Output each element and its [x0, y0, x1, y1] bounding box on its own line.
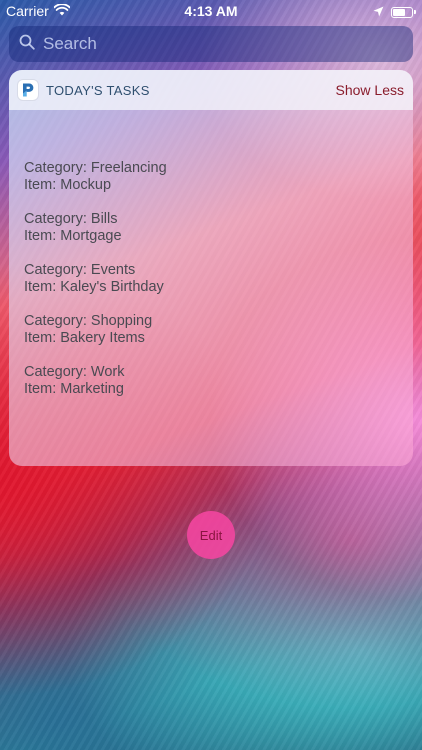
battery-icon [391, 6, 413, 18]
task-category: Category: Shopping [24, 313, 153, 329]
battery-level [393, 8, 405, 16]
task-category: Category: Bills [24, 211, 118, 227]
task-item-name: Item: Mockup [24, 177, 112, 193]
task-item[interactable]: Category: Events Item: Kaley's Birthday [24, 262, 413, 296]
todays-tasks-widget: TODAY'S TASKS Show Less Category: Freela… [9, 70, 413, 466]
search-bar[interactable] [9, 26, 413, 62]
task-item[interactable]: Category: Freelancing Item: Mockup [24, 160, 413, 194]
edit-button[interactable]: Edit [187, 511, 235, 559]
task-item[interactable]: Category: Work Item: Marketing [24, 364, 413, 398]
task-item[interactable]: Category: Bills Item: Mortgage [24, 211, 413, 245]
task-item-name: Item: Marketing [24, 381, 124, 397]
status-icons [373, 4, 416, 20]
task-item[interactable]: Category: Shopping Item: Bakery Items [24, 313, 413, 347]
search-icon [19, 34, 35, 55]
clock: 4:13 AM [184, 3, 238, 19]
battery-cap [414, 10, 416, 14]
task-item-name: Item: Bakery Items [24, 330, 145, 346]
search-input[interactable] [43, 34, 383, 54]
task-category: Category: Events [24, 262, 136, 278]
app-icon [18, 80, 38, 100]
show-less-button[interactable]: Show Less [336, 82, 404, 98]
task-category: Category: Freelancing [24, 160, 167, 176]
status-bar: Carrier 4:13 AM [0, 0, 422, 22]
task-item-name: Item: Mortgage [24, 228, 122, 244]
location-arrow-icon [373, 4, 384, 20]
task-item-name: Item: Kaley's Birthday [24, 279, 164, 295]
task-category: Category: Work [24, 364, 125, 380]
widget-header: TODAY'S TASKS Show Less [9, 70, 413, 110]
widget-title: TODAY'S TASKS [46, 82, 150, 98]
task-list: Category: Freelancing Item: Mockup Categ… [9, 110, 413, 398]
